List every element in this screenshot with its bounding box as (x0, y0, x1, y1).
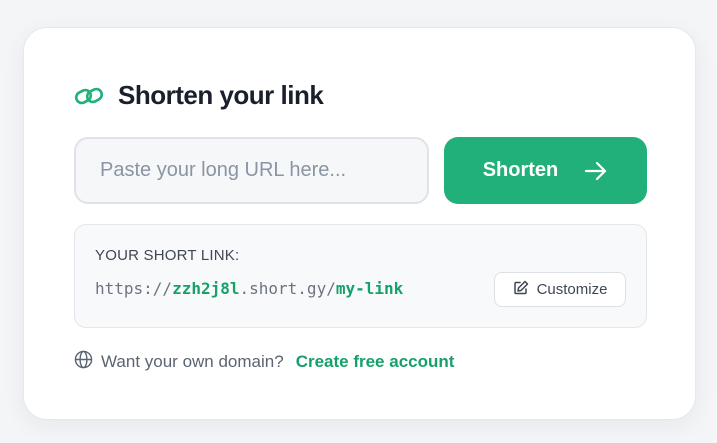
arrow-right-icon (584, 161, 608, 181)
short-link-prefix: https:// (95, 279, 173, 298)
page-title: Shorten your link (118, 80, 324, 110)
short-link-panel: YOUR SHORT LINK: https://zzh2j8l.short.g… (74, 224, 647, 328)
link-icon (74, 83, 104, 109)
footer-prompt: Want your own domain? Create free accoun… (74, 350, 454, 374)
create-account-link[interactable]: Create free account (296, 352, 455, 372)
short-link-slug: my-link (335, 279, 404, 298)
shorten-button[interactable]: Shorten (444, 137, 647, 204)
short-link-domain: .short.gy/ (239, 279, 336, 298)
short-link-label: YOUR SHORT LINK: (95, 247, 240, 264)
card-header: Shorten your link (74, 80, 324, 111)
shortener-card: Shorten your link Shorten YOUR SHORT LIN… (23, 27, 696, 420)
shorten-button-label: Shorten (482, 159, 559, 181)
short-link-url[interactable]: https://zzh2j8l.short.gy/my-link (95, 279, 403, 298)
customize-button[interactable]: Customize (494, 272, 626, 307)
short-link-code: zzh2j8l (172, 279, 240, 298)
globe-icon (74, 350, 93, 374)
footer-prompt-text: Want your own domain? (101, 352, 284, 371)
customize-button-label: Customize (536, 281, 608, 298)
long-url-input[interactable] (74, 137, 429, 204)
edit-icon (513, 280, 529, 300)
